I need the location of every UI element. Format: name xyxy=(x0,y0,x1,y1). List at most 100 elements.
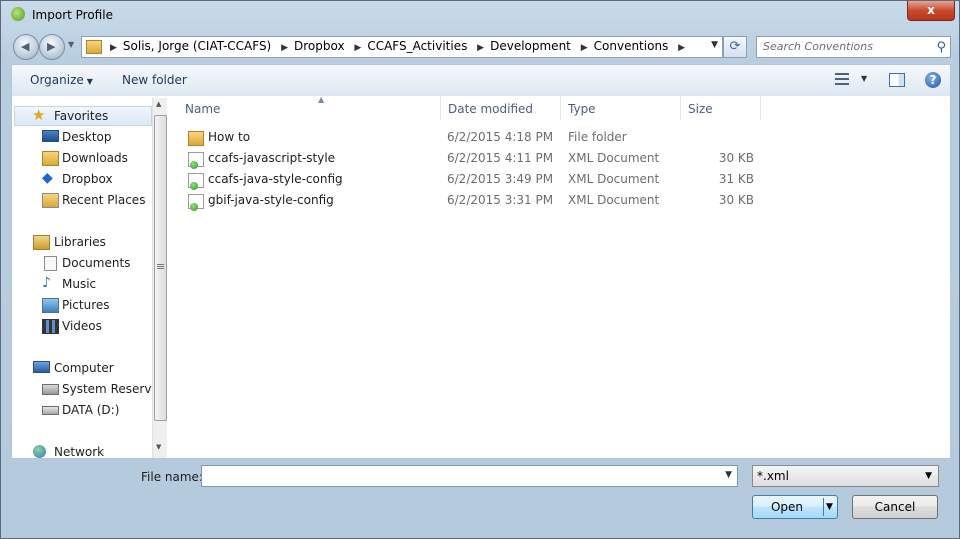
nav-label: Downloads xyxy=(62,151,128,165)
search-box[interactable]: ⚲ xyxy=(756,36,951,58)
file-row[interactable]: ccafs-javascript-style 6/2/2015 4:11 PM … xyxy=(168,149,768,169)
file-name: How to xyxy=(208,130,251,144)
title-bar[interactable]: Import Profile x xyxy=(1,1,959,31)
breadcrumb-item[interactable]: Conventions xyxy=(594,39,669,53)
new-folder-button[interactable]: New folder xyxy=(122,73,187,87)
dropbox-icon: ◆ xyxy=(42,170,53,186)
refresh-button[interactable]: ⟳ xyxy=(723,36,747,58)
search-icon[interactable]: ⚲ xyxy=(936,40,946,55)
file-type: XML Document xyxy=(568,151,660,165)
file-size: 31 KB xyxy=(718,172,754,186)
organize-button[interactable]: Organize ▼ xyxy=(30,73,93,87)
pictures-icon xyxy=(42,298,59,313)
column-header-name[interactable]: ▲ Name xyxy=(178,95,441,120)
recent-locations-dropdown-icon[interactable]: ▼ xyxy=(68,40,74,49)
desktop-icon xyxy=(42,130,59,142)
scroll-up-icon[interactable]: ▲ xyxy=(156,100,161,108)
cancel-button[interactable]: Cancel xyxy=(852,495,938,519)
nav-label: Favorites xyxy=(54,109,109,123)
music-icon: ♪ xyxy=(42,275,51,291)
network-icon xyxy=(33,445,46,458)
chevron-right-icon[interactable]: ▶ xyxy=(477,43,484,53)
eclipse-app-icon xyxy=(11,7,25,21)
file-name: ccafs-javascript-style xyxy=(208,151,336,165)
nav-label: Desktop xyxy=(62,130,112,144)
file-type-select[interactable]: *.xml ▼ xyxy=(752,465,939,487)
breadcrumb-item[interactable]: Solis, Jorge (CIAT-CCAFS) xyxy=(123,39,271,53)
file-name-label: File name: xyxy=(141,470,203,484)
scrollbar-thumb[interactable] xyxy=(154,115,167,421)
column-label: Type xyxy=(568,102,596,116)
forward-button[interactable]: ▶ xyxy=(39,34,65,60)
bottom-panel: File name: ▼ *.xml ▼ Open ▼ Cancel xyxy=(11,459,949,534)
nav-label: Dropbox xyxy=(62,172,113,186)
xml-file-icon xyxy=(188,194,204,211)
nav-label: Libraries xyxy=(54,235,106,249)
view-options-dropdown-icon[interactable]: ▼ xyxy=(861,74,867,83)
scroll-down-icon[interactable]: ▼ xyxy=(156,443,161,451)
address-row: ◀ ▶ ▼ ▶ Solis, Jorge (CIAT-CCAFS) ▶ Dropbo… xyxy=(11,34,951,60)
file-type-value: *.xml xyxy=(757,469,789,483)
back-button[interactable]: ◀ xyxy=(13,34,39,60)
window-title: Import Profile xyxy=(32,8,113,22)
file-row[interactable]: ccafs-java-style-config 6/2/2015 3:49 PM… xyxy=(168,170,768,190)
address-dropdown-icon[interactable]: ▼ xyxy=(711,40,718,50)
command-bar: Organize ▼ New folder ▼ ? xyxy=(11,64,951,97)
column-label: Name xyxy=(185,102,221,116)
chevron-right-icon[interactable]: ▶ xyxy=(354,43,361,53)
change-view-icon[interactable] xyxy=(835,72,851,86)
libraries-icon xyxy=(33,235,50,250)
file-row[interactable]: How to 6/2/2015 4:18 PM File folder xyxy=(168,128,768,148)
chevron-right-icon[interactable]: ▶ xyxy=(110,43,117,53)
file-list: ▲ Name Date modified Type Size How to 6/… xyxy=(168,95,950,458)
xml-file-icon xyxy=(188,152,204,169)
star-icon: ★ xyxy=(32,106,46,124)
xml-file-icon xyxy=(188,173,204,190)
search-input[interactable] xyxy=(761,39,930,54)
file-name-input[interactable] xyxy=(206,468,710,484)
chevron-down-icon: ▼ xyxy=(925,471,932,481)
chevron-right-icon[interactable]: ▶ xyxy=(581,43,588,53)
help-icon[interactable]: ? xyxy=(925,72,941,88)
nav-label: Recent Places xyxy=(62,193,146,207)
nav-favorites[interactable]: ★ Favorites xyxy=(14,106,152,126)
column-header-type[interactable]: Type xyxy=(561,96,681,120)
open-options-dropdown-icon[interactable]: ▼ xyxy=(826,496,833,518)
nav-label: DATA (D:) xyxy=(62,403,120,417)
file-type: File folder xyxy=(568,130,627,144)
file-date: 6/2/2015 4:18 PM xyxy=(447,130,554,144)
breadcrumb-item[interactable]: Dropbox xyxy=(294,39,345,53)
file-size: 30 KB xyxy=(718,151,754,165)
documents-icon xyxy=(44,256,57,271)
file-date: 6/2/2015 4:11 PM xyxy=(447,151,554,165)
open-button[interactable]: Open ▼ xyxy=(752,495,838,519)
column-header-date[interactable]: Date modified xyxy=(441,96,561,120)
breadcrumb-item[interactable]: CCAFS_Activities xyxy=(367,39,467,53)
file-name: gbif-java-style-config xyxy=(208,193,334,207)
chevron-right-icon[interactable]: ▶ xyxy=(281,43,288,53)
drive-icon xyxy=(42,384,59,395)
breadcrumb-item[interactable]: Development xyxy=(490,39,571,53)
nav-label: Computer xyxy=(54,361,114,375)
file-row[interactable]: gbif-java-style-config 6/2/2015 3:31 PM … xyxy=(168,191,768,211)
sort-ascending-icon: ▲ xyxy=(318,95,325,104)
nav-label: Pictures xyxy=(62,298,110,312)
close-button[interactable]: x xyxy=(907,1,955,21)
grip-icon xyxy=(157,264,164,270)
split-divider xyxy=(823,498,824,516)
file-name-combobox[interactable]: ▼ xyxy=(201,465,738,487)
nav-scrollbar[interactable]: ▲ ▼ xyxy=(152,98,167,458)
address-bar[interactable]: ▶ Solis, Jorge (CIAT-CCAFS) ▶ Dropbox ▶ CCA… xyxy=(81,36,723,58)
open-label: Open xyxy=(770,500,804,514)
chevron-right-icon[interactable]: ▶ xyxy=(678,43,685,53)
chevron-down-icon[interactable]: ▼ xyxy=(725,470,732,480)
browser-area: ★ Favorites Desktop Downloads ◆ Dropbox … xyxy=(11,95,951,459)
column-label: Size xyxy=(688,102,713,116)
column-header-size[interactable]: Size xyxy=(681,96,761,120)
nav-label: System Reserved xyxy=(62,382,152,396)
file-type: XML Document xyxy=(568,172,660,186)
folder-icon xyxy=(86,40,102,54)
navigation-pane: ★ Favorites Desktop Downloads ◆ Dropbox … xyxy=(12,96,152,458)
folder-icon xyxy=(188,131,204,146)
preview-pane-icon[interactable] xyxy=(889,73,905,87)
